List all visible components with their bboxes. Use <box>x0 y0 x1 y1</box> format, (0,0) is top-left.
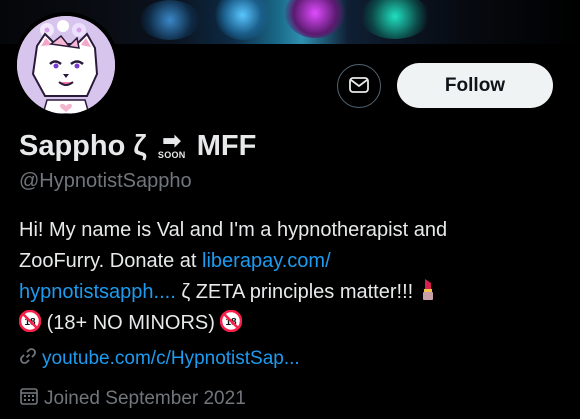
profile-bio: Hi! My name is Val and I'm a hypnotherap… <box>18 215 559 342</box>
profile-website: youtube.com/c/HypnotistSap... <box>19 347 300 371</box>
joined-date: Joined September 2021 <box>44 388 246 409</box>
no-under-18-icon: 18 <box>220 309 243 342</box>
bio-line-3: hypnotistsapph.... ζ ZETA principles mat… <box>19 277 559 308</box>
link-icon <box>19 347 37 371</box>
profile-joined: Joined September 2021 <box>19 386 246 412</box>
liberapay-link[interactable]: liberapay.com/ <box>202 250 331 272</box>
follow-button[interactable]: Follow <box>397 63 553 108</box>
soon-label: SOON <box>157 150 186 160</box>
bio-text: ZooFurry. Donate at <box>19 250 203 272</box>
liberapay-link-continued[interactable]: hypnotistsapph.... <box>19 281 176 303</box>
no-minors-text: (18+ NO MINORS) <box>46 312 215 334</box>
lipstick-icon <box>419 277 437 311</box>
profile-avatar[interactable] <box>13 12 119 118</box>
bio-line-4: 18 (18+ NO MINORS) 18 <box>18 308 559 342</box>
no-under-18-icon: 18 <box>18 309 42 342</box>
display-name-left: Sappho ζ <box>19 129 147 162</box>
bio-line-1: Hi! My name is Val and I'm a hypnotherap… <box>19 219 448 241</box>
bio-line-2: ZooFurry. Donate at liberapay.com/ <box>19 246 559 277</box>
calendar-icon <box>19 386 39 412</box>
avatar-image <box>17 16 115 114</box>
soon-arrow-icon: ➡ SOON <box>157 128 186 161</box>
message-button[interactable] <box>337 64 381 108</box>
display-name-right: MFF <box>196 129 257 162</box>
bio-text: ζ ZETA principles matter!!! <box>175 281 414 303</box>
envelope-icon <box>348 74 370 99</box>
profile-handle: @HypnotistSappho <box>19 170 192 192</box>
website-link[interactable]: youtube.com/c/HypnotistSap... <box>42 348 300 370</box>
display-name: Sappho ζ ➡ SOON MFF <box>19 128 256 164</box>
